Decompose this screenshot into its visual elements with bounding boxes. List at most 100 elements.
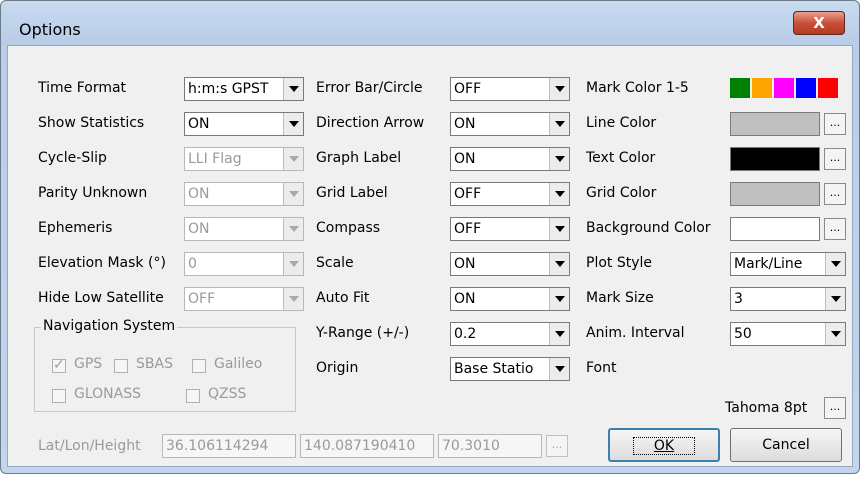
height-field: 70.3010 bbox=[438, 434, 542, 458]
show-statistics-value: ON bbox=[188, 116, 210, 132]
auto-fit-value: ON bbox=[454, 291, 476, 307]
parity-unknown-value: ON bbox=[188, 186, 210, 202]
chevron-down-icon[interactable] bbox=[825, 253, 845, 275]
title-bar[interactable]: Options X bbox=[1, 1, 859, 41]
cancel-button-label: Cancel bbox=[762, 437, 810, 453]
background-color-swatch[interactable] bbox=[730, 217, 820, 241]
time-format-label: Time Format bbox=[38, 80, 127, 96]
time-format-select[interactable]: h:m:s GPST bbox=[184, 77, 304, 101]
error-bar-label: Error Bar/Circle bbox=[316, 80, 423, 96]
mark-size-value: 3 bbox=[734, 291, 743, 307]
compass-label: Compass bbox=[316, 220, 381, 236]
grid-color-swatch[interactable] bbox=[730, 182, 820, 206]
close-button[interactable]: X bbox=[793, 11, 845, 35]
glonass-checkbox bbox=[52, 389, 66, 403]
parity-unknown-label: Parity Unknown bbox=[38, 185, 148, 201]
chevron-down-icon[interactable] bbox=[549, 218, 569, 240]
qzss-checkbox bbox=[186, 389, 200, 403]
grid-label-value: OFF bbox=[454, 186, 482, 202]
chevron-down-icon bbox=[283, 253, 303, 275]
text-color-browse-button[interactable]: ... bbox=[824, 148, 846, 170]
position-browse-button: ... bbox=[546, 435, 568, 457]
chevron-down-icon[interactable] bbox=[549, 253, 569, 275]
chevron-down-icon[interactable] bbox=[283, 113, 303, 135]
compass-select[interactable]: OFF bbox=[450, 217, 570, 241]
direction-arrow-label: Direction Arrow bbox=[316, 115, 425, 131]
latitude-value: 36.106114294 bbox=[166, 438, 269, 454]
scale-label: Scale bbox=[316, 255, 354, 271]
anim-interval-label: Anim. Interval bbox=[586, 325, 685, 341]
graph-label-select[interactable]: ON bbox=[450, 147, 570, 171]
ephemeris-select: ON bbox=[184, 217, 304, 241]
show-statistics-select[interactable]: ON bbox=[184, 112, 304, 136]
chevron-down-icon[interactable] bbox=[283, 78, 303, 100]
mark-color-swatches bbox=[730, 78, 842, 100]
scale-select[interactable]: ON bbox=[450, 252, 570, 276]
line-color-swatch[interactable] bbox=[730, 112, 820, 136]
glonass-label: GLONASS bbox=[74, 386, 141, 402]
text-color-label: Text Color bbox=[586, 150, 656, 166]
error-bar-select[interactable]: OFF bbox=[450, 77, 570, 101]
chevron-down-icon[interactable] bbox=[549, 183, 569, 205]
y-range-value: 0.2 bbox=[454, 326, 477, 342]
auto-fit-select[interactable]: ON bbox=[450, 287, 570, 311]
mark-color-label: Mark Color 1-5 bbox=[586, 80, 689, 96]
grid-color-browse-button[interactable]: ... bbox=[824, 183, 846, 205]
y-range-select[interactable]: 0.2 bbox=[450, 322, 570, 346]
mark-size-select[interactable]: 3 bbox=[730, 287, 846, 311]
lat-lon-height-label: Lat/Lon/Height bbox=[38, 438, 141, 454]
chevron-down-icon[interactable] bbox=[825, 323, 845, 345]
font-value: Tahoma 8pt bbox=[725, 400, 808, 416]
cycle-slip-select: LLI Flag bbox=[184, 147, 304, 171]
ok-button-label: OK bbox=[632, 437, 696, 455]
graph-label-value: ON bbox=[454, 151, 476, 167]
text-color-swatch[interactable] bbox=[730, 147, 820, 171]
chevron-down-icon[interactable] bbox=[825, 288, 845, 310]
ephemeris-label: Ephemeris bbox=[38, 220, 113, 236]
longitude-value: 140.087190410 bbox=[304, 438, 416, 454]
chevron-down-icon[interactable] bbox=[549, 113, 569, 135]
origin-select[interactable]: Base Statio bbox=[450, 357, 570, 381]
cycle-slip-value: LLI Flag bbox=[188, 151, 242, 167]
hide-low-satellite-value: OFF bbox=[188, 291, 216, 307]
chevron-down-icon[interactable] bbox=[549, 148, 569, 170]
mark-color-2-button[interactable] bbox=[752, 78, 772, 98]
hide-low-satellite-select: OFF bbox=[184, 287, 304, 311]
chevron-down-icon[interactable] bbox=[549, 78, 569, 100]
latitude-field: 36.106114294 bbox=[162, 434, 296, 458]
direction-arrow-select[interactable]: ON bbox=[450, 112, 570, 136]
mark-color-5-button[interactable] bbox=[818, 78, 838, 98]
plot-style-select[interactable]: Mark/Line bbox=[730, 252, 846, 276]
background-color-browse-button[interactable]: ... bbox=[824, 218, 846, 240]
scale-value: ON bbox=[454, 256, 476, 272]
elevation-mask-select: 0 bbox=[184, 252, 304, 276]
chevron-down-icon[interactable] bbox=[549, 288, 569, 310]
font-browse-button[interactable]: ... bbox=[824, 397, 846, 419]
line-color-browse-button[interactable]: ... bbox=[824, 113, 846, 135]
chevron-down-icon[interactable] bbox=[549, 358, 569, 380]
parity-unknown-select: ON bbox=[184, 182, 304, 206]
ephemeris-value: ON bbox=[188, 221, 210, 237]
gps-label: GPS bbox=[74, 356, 103, 372]
galileo-label: Galileo bbox=[214, 356, 263, 372]
origin-value: Base Statio bbox=[454, 361, 534, 377]
mark-color-4-button[interactable] bbox=[796, 78, 816, 98]
font-label: Font bbox=[586, 360, 617, 376]
mark-color-3-button[interactable] bbox=[774, 78, 794, 98]
grid-color-label: Grid Color bbox=[586, 185, 657, 201]
compass-value: OFF bbox=[454, 221, 482, 237]
line-color-label: Line Color bbox=[586, 115, 657, 131]
hide-low-satellite-label: Hide Low Satellite bbox=[38, 290, 164, 306]
close-icon: X bbox=[813, 14, 825, 32]
chevron-down-icon bbox=[283, 288, 303, 310]
ok-button[interactable]: OK bbox=[608, 428, 720, 462]
anim-interval-value: 50 bbox=[734, 326, 752, 342]
grid-label-select[interactable]: OFF bbox=[450, 182, 570, 206]
cycle-slip-label: Cycle-Slip bbox=[38, 150, 107, 166]
chevron-down-icon[interactable] bbox=[549, 323, 569, 345]
cancel-button[interactable]: Cancel bbox=[730, 428, 842, 462]
anim-interval-select[interactable]: 50 bbox=[730, 322, 846, 346]
mark-color-1-button[interactable] bbox=[730, 78, 750, 98]
chevron-down-icon bbox=[283, 218, 303, 240]
plot-style-label: Plot Style bbox=[586, 255, 653, 271]
